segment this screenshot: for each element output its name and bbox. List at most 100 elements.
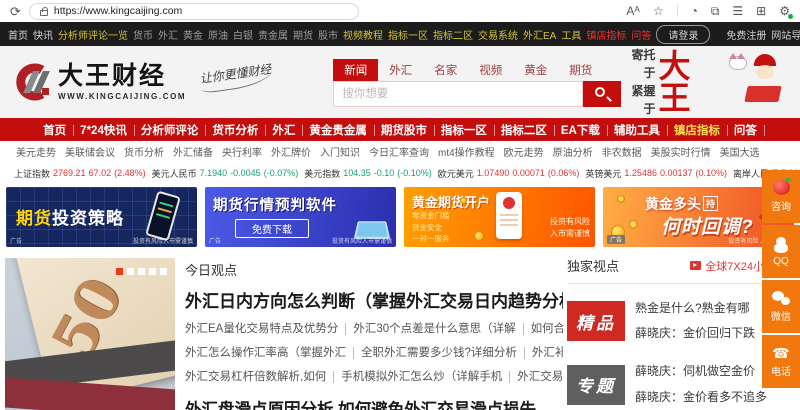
sub-nav-link[interactable]: 欧元走势 <box>504 144 544 159</box>
top-nav-item[interactable]: 黄金 <box>183 27 203 42</box>
sub-nav-link[interactable]: 货币分析 <box>124 144 164 159</box>
carousel-dot[interactable] <box>127 268 134 275</box>
top-nav-item[interactable]: 外汇 <box>158 27 178 42</box>
carousel-dot[interactable] <box>149 268 156 275</box>
consult-button[interactable]: 咨询 <box>762 170 800 223</box>
article-link[interactable]: 外汇交易杠杆倍数解析,如何 <box>185 371 335 383</box>
top-nav-item[interactable]: 问答 <box>631 27 651 42</box>
search-button[interactable] <box>583 81 621 107</box>
ad-banner-futures-strategy[interactable]: 期货投资策略 广告 投资有风险入市需谨慎 <box>6 187 197 247</box>
favorites-list-icon[interactable]: ☰ <box>732 5 743 17</box>
main-nav-forex[interactable]: 外汇 <box>265 122 304 138</box>
search-tab-forex[interactable]: 外汇 <box>378 59 423 81</box>
article-headline[interactable]: 外汇盘滑点原因分析,如何避免外汇交易滑点损失 <box>185 396 563 410</box>
top-nav-item[interactable]: 期货 <box>293 27 313 42</box>
ad-banner-futures-software[interactable]: 期货行情预判软件 免费下载 广告 投资有风险入市需谨慎 <box>205 187 396 247</box>
sub-nav-link[interactable]: 入门知识 <box>320 144 360 159</box>
phone-button[interactable]: ☎ 电话 <box>762 335 800 388</box>
sub-nav-link[interactable]: 美股实时行情 <box>651 144 711 159</box>
badge-premium[interactable]: 精品 <box>567 301 625 342</box>
sub-nav-link[interactable]: 原油分析 <box>553 144 593 159</box>
top-nav-item[interactable]: 原油 <box>208 27 228 42</box>
article-link[interactable]: 外汇30个点差是什么意思（详解 <box>353 323 524 335</box>
top-nav-item[interactable]: 股市 <box>318 27 338 42</box>
exclusive-link[interactable]: 薛晓庆：金价回归下跌 <box>635 321 755 346</box>
top-nav-item[interactable]: 工具 <box>561 27 581 42</box>
register-link[interactable]: 免费注册 <box>726 27 766 42</box>
top-nav-item[interactable]: 白银 <box>233 27 253 42</box>
url-text[interactable]: https://www.kingcaijing.com <box>54 5 182 17</box>
ad-banner-gold-account[interactable]: 黄金期货开户 零资金门槛 资金安全 一对一服务 投资有风险 入市需谨慎 <box>404 187 595 247</box>
main-nav-futures[interactable]: 期货股市 <box>374 122 435 138</box>
carousel-dot[interactable] <box>160 268 167 275</box>
top-nav-item[interactable]: 指标二区 <box>433 27 473 42</box>
split-screen-icon[interactable]: ⧉ <box>711 5 720 17</box>
carousel-dot[interactable] <box>116 268 123 275</box>
main-nav-indicator2[interactable]: 指标二区 <box>494 122 555 138</box>
article-link[interactable]: 全职外汇需要多少钱?详细分析 <box>361 347 525 359</box>
main-nav-ea-download[interactable]: EA下载 <box>554 122 608 138</box>
login-button[interactable]: 请登录 <box>656 24 711 44</box>
article-link[interactable]: 外汇怎么操作汇率高（掌握外汇 <box>185 347 354 359</box>
ticker-quote[interactable]: 英镑美元 1.25486 0.00137 (0.10%) <box>585 167 727 180</box>
article-photo-banknotes[interactable]: 50 <box>5 258 175 410</box>
sub-nav-link[interactable]: 非农数据 <box>602 144 642 159</box>
search-input[interactable] <box>333 81 583 107</box>
article-link[interactable]: 外汇补仓操作技巧详解什么 <box>532 347 563 359</box>
ticker-quote[interactable]: 美元指数 104.35 -0.10 (-0.10%) <box>304 167 432 180</box>
sub-nav-link[interactable]: 外汇储备 <box>173 144 213 159</box>
search-tab-video[interactable]: 视频 <box>468 59 513 81</box>
address-bar[interactable]: https://www.kingcaijing.com <box>28 2 359 20</box>
exclusive-link[interactable]: 薛晓庆：伺机做空金价 <box>635 359 767 384</box>
ticker-quote[interactable]: 欧元美元 1.07490 0.00071 (0.06%) <box>438 167 580 180</box>
main-nav-analyst[interactable]: 分析师评论 <box>134 122 206 138</box>
sub-nav-link[interactable]: 美元走势 <box>16 144 56 159</box>
wechat-button[interactable]: 微信 <box>762 280 800 333</box>
sub-nav-link[interactable]: 外汇牌价 <box>271 144 311 159</box>
carousel-dot[interactable] <box>138 268 145 275</box>
article-headline[interactable]: 外汇日内方向怎么判断（掌握外汇交易日内趋势分析方法） <box>185 287 563 312</box>
search-tab-futures[interactable]: 期货 <box>558 59 603 81</box>
article-link[interactable]: 外汇EA量化交易特点及优势分 <box>185 323 347 335</box>
top-nav-item[interactable]: 货币 <box>133 27 153 42</box>
ticker-quote[interactable]: 上证指数 2769.21 67.02 (2.48%) <box>14 167 146 180</box>
main-nav-home[interactable]: 首页 <box>36 122 75 138</box>
sub-nav-link[interactable]: 美国大选 <box>720 144 760 159</box>
main-nav-gold[interactable]: 黄金贵金属 <box>302 122 375 138</box>
top-nav-item[interactable]: 外汇EA <box>523 27 556 42</box>
font-size-icon[interactable]: Aᴬ <box>626 5 639 17</box>
article-link[interactable]: 手机模拟外汇怎么炒（详解手机 <box>341 371 511 383</box>
top-nav-item[interactable]: 贵金属 <box>258 27 288 42</box>
exclusive-link[interactable]: 熟金是什么?熟金有哪 <box>635 296 755 321</box>
badge-topic[interactable]: 专题 <box>567 364 625 405</box>
main-nav-currency[interactable]: 货币分析 <box>205 122 267 138</box>
top-nav-item[interactable]: 镇店指标 <box>586 27 626 42</box>
main-nav-flash[interactable]: 7*24快讯 <box>73 122 135 138</box>
reload-icon[interactable]: ⟳ <box>10 5 21 18</box>
collections-icon[interactable]: ⊞ <box>756 5 766 17</box>
search-tab-experts[interactable]: 名家 <box>423 59 468 81</box>
sub-nav-link[interactable]: mt4操作教程 <box>438 144 495 159</box>
top-nav-item[interactable]: 快讯 <box>33 27 53 42</box>
sub-nav-link[interactable]: 今日汇率查询 <box>369 144 429 159</box>
site-logo[interactable]: 大王财经 WWW.KINGCAIJING.COM 让你更懂财经 <box>12 60 333 101</box>
top-nav-item[interactable]: 视频教程 <box>343 27 383 42</box>
sub-nav-link[interactable]: 央行利率 <box>222 144 262 159</box>
top-nav-item[interactable]: 分析师评论一览 <box>58 27 128 42</box>
browser-settings-icon[interactable]: ⚙ <box>779 5 793 19</box>
sub-nav-link[interactable]: 美联储会议 <box>65 144 115 159</box>
free-download-button[interactable]: 免费下载 <box>235 219 309 238</box>
main-nav-tools[interactable]: 辅助工具 <box>607 122 668 138</box>
qq-button[interactable]: QQ <box>762 225 800 278</box>
article-link[interactable]: 外汇交易胜率能多少（分析外汇 <box>517 371 563 383</box>
search-tab-news[interactable]: 新闻 <box>333 59 379 81</box>
favorite-star-icon[interactable]: ☆ <box>653 5 664 17</box>
top-nav-item[interactable]: 交易系统 <box>478 27 518 42</box>
search-tab-gold[interactable]: 黄金 <box>513 59 558 81</box>
main-nav-qa[interactable]: 问答 <box>727 122 765 138</box>
header-ad[interactable]: 寄托于 紧握于 大王 <box>621 46 788 118</box>
main-nav-indicator1[interactable]: 指标一区 <box>434 122 495 138</box>
ticker-quote[interactable]: 美元人民币 7.1940 -0.0045 (-0.07%) <box>152 167 299 180</box>
top-nav-item[interactable]: 指标一区 <box>388 27 428 42</box>
exclusive-link[interactable]: 薛晓庆：金价看多不追多 <box>635 385 767 410</box>
